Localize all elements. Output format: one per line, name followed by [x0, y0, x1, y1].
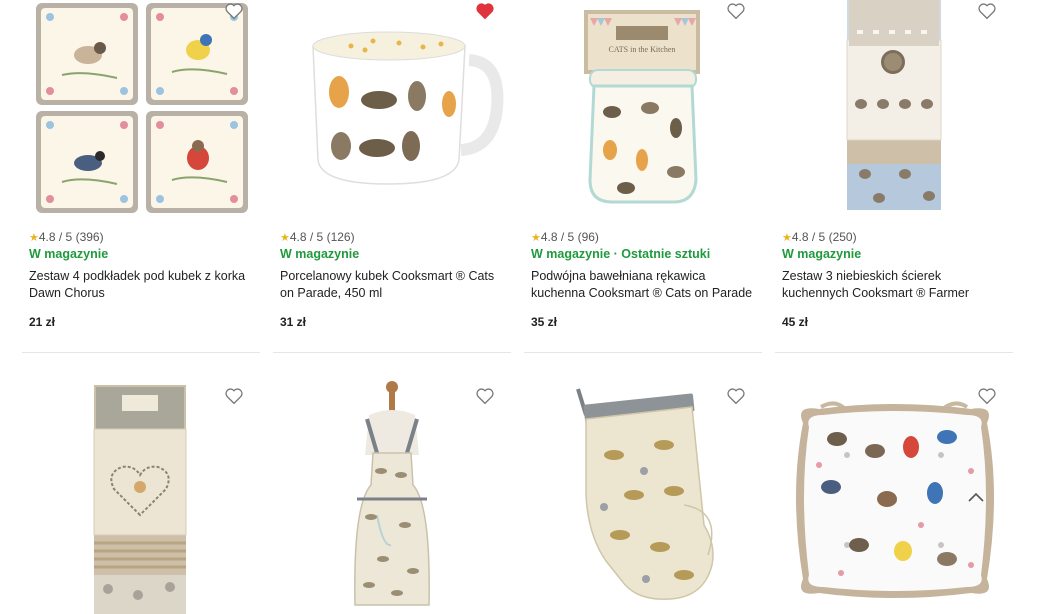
product-card[interactable]: ★4.8 / 5 (250) W magazynie Zestaw 3 nieb… [775, 0, 1013, 353]
product-price: 35 zł [531, 315, 558, 329]
favorite-heart-icon[interactable] [726, 387, 746, 405]
product-name-link[interactable]: Porcelanowy kubek Cooksmart ® Cats on Pa… [280, 268, 508, 302]
rating: ★4.8 / 5 (126) [280, 229, 508, 245]
product-card[interactable]: CATS in the Kitchen ★4.8 / 5 (96) W maga… [524, 0, 762, 353]
product-info: ★4.8 / 5 (96) W magazynie · Ostatnie szt… [531, 229, 759, 329]
favorite-heart-icon[interactable] [977, 387, 997, 405]
favorite-heart-icon[interactable] [475, 2, 495, 20]
stock-status: W magazynie · Ostatnie sztuki [531, 247, 711, 261]
favorite-heart-icon[interactable] [224, 387, 244, 405]
product-name-link[interactable]: Podwójna bawełniana rękawica kuchenna Co… [531, 268, 759, 302]
star-icon: ★ [29, 232, 39, 244]
rating: ★4.8 / 5 (250) [782, 229, 1010, 245]
rating-value: 4.8 / 5 [540, 230, 575, 244]
product-name-link[interactable]: Zestaw 3 niebieskich ścierek kuchennych … [782, 268, 1010, 302]
product-image-tea-towels[interactable] [775, 0, 1013, 220]
scroll-to-top-chevron-icon[interactable] [963, 487, 989, 509]
star-icon: ★ [280, 232, 290, 244]
rating: ★4.8 / 5 (396) [29, 229, 257, 245]
star-icon: ★ [782, 232, 792, 244]
product-info: ★4.8 / 5 (250) W magazynie Zestaw 3 nieb… [782, 229, 1010, 329]
rating-value: 4.8 / 5 [791, 230, 826, 244]
product-card[interactable]: ★4.8 / 5 (396) W magazynie Zestaw 4 podk… [22, 0, 260, 353]
product-image-double-oven-glove[interactable]: CATS in the Kitchen [524, 0, 762, 220]
product-info: ★4.8 / 5 (126) W magazynie Porcelanowy k… [280, 229, 508, 329]
product-info: ★4.8 / 5 (396) W magazynie Zestaw 4 podk… [29, 229, 257, 329]
review-count: (396) [75, 230, 104, 244]
review-count: (96) [577, 230, 599, 244]
product-image-oven-mitt[interactable] [524, 375, 762, 614]
product-image-apron[interactable] [273, 375, 511, 614]
product-card[interactable] [273, 375, 511, 614]
product-grid: ★4.8 / 5 (396) W magazynie Zestaw 4 podk… [0, 0, 1038, 614]
product-card[interactable] [524, 375, 762, 614]
star-icon: ★ [531, 232, 541, 244]
rating-value: 4.8 / 5 [38, 230, 73, 244]
stock-status: W magazynie [782, 247, 862, 261]
favorite-heart-icon[interactable] [977, 2, 997, 20]
product-card[interactable] [22, 375, 260, 614]
product-image-tea-towels-heart[interactable] [22, 375, 260, 614]
product-name-link[interactable]: Zestaw 4 podkładek pod kubek z korka Daw… [29, 268, 257, 302]
favorite-heart-icon[interactable] [475, 387, 495, 405]
product-price: 21 zł [29, 315, 56, 329]
favorite-heart-icon[interactable] [726, 2, 746, 20]
rating: ★4.8 / 5 (96) [531, 229, 759, 245]
stock-status: W magazynie [280, 247, 360, 261]
stock-status: W magazynie [29, 247, 109, 261]
product-image-mug[interactable] [273, 0, 511, 220]
rating-value: 4.8 / 5 [289, 230, 324, 244]
review-count: (250) [828, 230, 857, 244]
product-price: 45 zł [782, 315, 809, 329]
product-image-coasters[interactable] [22, 0, 260, 220]
product-card[interactable]: ★4.8 / 5 (126) W magazynie Porcelanowy k… [273, 0, 511, 353]
svg-text:CATS in the Kitchen: CATS in the Kitchen [609, 45, 676, 54]
product-price: 31 zł [280, 315, 307, 329]
review-count: (126) [326, 230, 355, 244]
favorite-heart-icon[interactable] [224, 2, 244, 20]
